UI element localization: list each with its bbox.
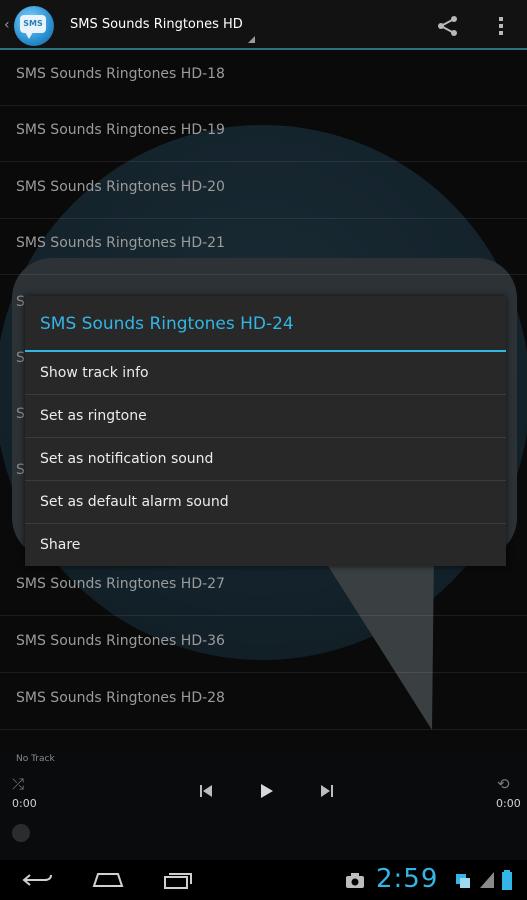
- system-nav-bar: 2:59: [0, 860, 527, 900]
- home-icon[interactable]: [90, 868, 126, 892]
- battery-icon: [502, 870, 512, 890]
- track-title: SMS Sounds Ringtones HD-36: [16, 633, 225, 649]
- action-bar: ‹ SMS SMS Sounds Ringtones HD: [0, 0, 527, 50]
- menu-item-label: Share: [40, 537, 81, 553]
- track-row[interactable]: SMS Sounds Ringtones HD-19: [0, 106, 527, 162]
- next-icon[interactable]: [317, 781, 337, 801]
- track-title: SMS Sounds Ringtones HD-20: [16, 179, 225, 195]
- track-row[interactable]: SMS Sounds Ringtones HD-28: [0, 674, 527, 730]
- player-bar: No Track ⤮ ⟲ 0:00 0:00: [0, 752, 527, 860]
- play-icon[interactable]: [256, 781, 276, 801]
- repeat-icon[interactable]: ⟲: [497, 776, 519, 792]
- app-logo-text: SMS: [20, 15, 46, 39]
- menu-item-set-notification[interactable]: Set as notification sound: [25, 438, 506, 481]
- obscured-track-title: S: [16, 406, 25, 422]
- track-title: SMS Sounds Ringtones HD-19: [16, 122, 225, 138]
- previous-icon[interactable]: [196, 781, 216, 801]
- menu-item-label: Show track info: [40, 365, 149, 381]
- time-total: 0:00: [496, 797, 521, 810]
- dropdown-corner-icon: [248, 36, 255, 43]
- dialog-title: SMS Sounds Ringtones HD-24: [40, 314, 294, 334]
- shuffle-icon[interactable]: ⤮: [12, 776, 34, 792]
- menu-item-label: Set as ringtone: [40, 408, 147, 424]
- obscured-track-title: S: [16, 294, 25, 310]
- camera-icon: [346, 873, 364, 888]
- back-icon[interactable]: [20, 868, 56, 892]
- obscured-track-title: S: [16, 462, 25, 478]
- app-title[interactable]: SMS Sounds Ringtones HD: [70, 17, 243, 32]
- track-title: SMS Sounds Ringtones HD-27: [16, 576, 225, 592]
- recent-apps-icon[interactable]: [160, 868, 196, 892]
- seek-handle[interactable]: [12, 824, 30, 842]
- track-row[interactable]: SMS Sounds Ringtones HD-36: [0, 617, 527, 673]
- menu-item-label: Set as notification sound: [40, 451, 214, 467]
- track-row[interactable]: SMS Sounds Ringtones HD-27: [0, 560, 527, 616]
- menu-item-set-ringtone[interactable]: Set as ringtone: [25, 395, 506, 438]
- now-playing-status: No Track: [16, 754, 55, 764]
- time-elapsed: 0:00: [12, 797, 37, 810]
- signal-icon: [480, 872, 494, 888]
- menu-item-share[interactable]: Share: [25, 524, 506, 567]
- track-options-dialog: SMS Sounds Ringtones HD-24 Show track in…: [25, 296, 506, 566]
- clock: 2:59: [376, 864, 439, 894]
- track-row[interactable]: SMS Sounds Ringtones HD-18: [0, 50, 527, 106]
- app-logo[interactable]: SMS: [14, 6, 54, 46]
- track-title: SMS Sounds Ringtones HD-28: [16, 690, 225, 706]
- overflow-menu-icon[interactable]: [496, 15, 506, 37]
- track-title: SMS Sounds Ringtones HD-18: [16, 66, 225, 82]
- track-row[interactable]: SMS Sounds Ringtones HD-20: [0, 163, 527, 219]
- track-row[interactable]: SMS Sounds Ringtones HD-21: [0, 219, 527, 275]
- menu-item-show-track-info[interactable]: Show track info: [25, 352, 506, 395]
- menu-item-set-alarm[interactable]: Set as default alarm sound: [25, 481, 506, 524]
- up-caret-icon[interactable]: ‹: [4, 18, 12, 32]
- share-icon[interactable]: [436, 15, 460, 37]
- track-title: SMS Sounds Ringtones HD-21: [16, 235, 225, 251]
- wifi-icon: [456, 874, 470, 888]
- obscured-track-title: S: [16, 350, 25, 366]
- menu-item-label: Set as default alarm sound: [40, 494, 229, 510]
